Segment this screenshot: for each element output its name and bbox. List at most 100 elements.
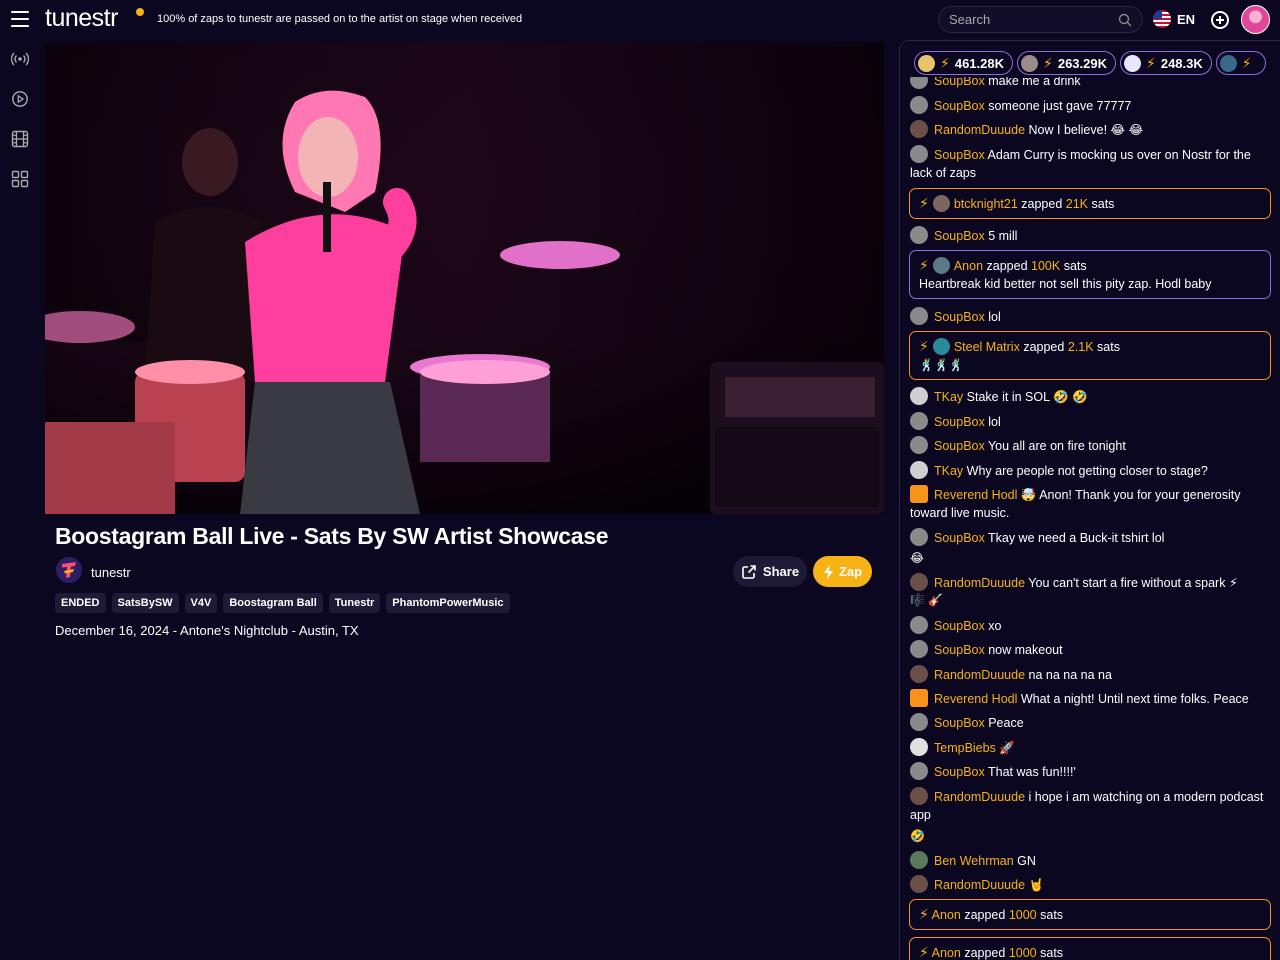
avatar[interactable] bbox=[910, 573, 928, 591]
chat-text: That was fun!!!!' bbox=[987, 765, 1076, 779]
chat-username[interactable]: Anon bbox=[954, 259, 983, 273]
chat-message: SoupBox That was fun!!!!' bbox=[910, 762, 1270, 781]
top-zapper[interactable]: ⚡ 461.28K bbox=[914, 51, 1013, 75]
avatar[interactable] bbox=[910, 96, 928, 114]
tag[interactable]: PhantomPowerMusic bbox=[386, 593, 510, 613]
add-stream-icon[interactable] bbox=[1211, 11, 1229, 29]
chat-username[interactable]: SoupBox bbox=[934, 99, 985, 113]
grid-icon[interactable] bbox=[11, 170, 29, 188]
search-bar[interactable] bbox=[938, 6, 1143, 33]
chat-username[interactable]: SoupBox bbox=[934, 439, 985, 453]
chat-username[interactable]: SoupBox bbox=[934, 765, 985, 779]
profile-avatar[interactable] bbox=[1241, 5, 1270, 34]
chat-username[interactable]: btcknight21 bbox=[954, 197, 1018, 211]
language-selector[interactable]: EN bbox=[1153, 10, 1195, 28]
chat-username[interactable]: Reverend Hodl bbox=[934, 488, 1017, 502]
chat-text: GN bbox=[1017, 854, 1036, 868]
avatar[interactable] bbox=[910, 145, 928, 163]
app-logo[interactable]: tunestr bbox=[45, 4, 118, 33]
avatar[interactable] bbox=[910, 436, 928, 454]
chat-username[interactable]: TempBiebs bbox=[934, 741, 996, 755]
avatar[interactable] bbox=[910, 713, 928, 731]
avatar[interactable] bbox=[910, 640, 928, 658]
avatar[interactable] bbox=[910, 226, 928, 244]
avatar[interactable] bbox=[910, 762, 928, 780]
avatar[interactable] bbox=[910, 412, 928, 430]
avatar[interactable] bbox=[910, 461, 928, 479]
zapper-amount: 263.29K bbox=[1057, 55, 1107, 71]
avatar[interactable] bbox=[910, 616, 928, 634]
chat-username[interactable]: SoupBox bbox=[934, 310, 985, 324]
video-player[interactable] bbox=[45, 42, 884, 514]
live-icon[interactable] bbox=[11, 50, 29, 68]
hamburger-menu-icon[interactable] bbox=[11, 11, 29, 27]
search-input[interactable] bbox=[949, 12, 1109, 27]
chat-username[interactable]: RandomDuuude bbox=[934, 790, 1025, 804]
chat-username[interactable]: SoupBox bbox=[934, 619, 985, 633]
tag[interactable]: V4V bbox=[184, 593, 218, 613]
avatar[interactable] bbox=[932, 195, 950, 212]
chat-username[interactable]: SoupBox bbox=[934, 643, 985, 657]
zap-unit: sats bbox=[1091, 197, 1115, 211]
avatar[interactable] bbox=[910, 528, 928, 546]
lightning-icon: ⚡ bbox=[1241, 54, 1252, 71]
chat-username[interactable]: Ben Wehrman bbox=[934, 854, 1014, 868]
chat-text: someone just gave 77777 bbox=[988, 99, 1132, 113]
avatar[interactable] bbox=[910, 875, 928, 893]
zap-button[interactable]: Zap bbox=[813, 556, 872, 587]
avatar[interactable] bbox=[910, 738, 928, 756]
tag[interactable]: Boostagram Ball bbox=[223, 593, 323, 613]
chat-message: SoupBox Adam Curry is mocking us over on… bbox=[910, 145, 1270, 182]
search-icon[interactable] bbox=[1118, 13, 1132, 27]
chat-message: SoupBox xo bbox=[910, 616, 1270, 635]
chat-username[interactable]: TKay bbox=[934, 390, 963, 404]
chat-username[interactable]: RandomDuuude bbox=[934, 123, 1025, 137]
chat-username[interactable]: SoupBox bbox=[934, 716, 985, 730]
avatar[interactable] bbox=[910, 689, 928, 707]
top-zapper[interactable]: ⚡ bbox=[1215, 51, 1266, 75]
avatar[interactable] bbox=[932, 257, 950, 274]
avatar[interactable] bbox=[932, 338, 950, 355]
chat-username[interactable]: SoupBox bbox=[934, 531, 985, 545]
top-bar: tunestr 100% of zaps to tunestr are pass… bbox=[0, 0, 1280, 40]
chat-username[interactable]: Reverend Hodl bbox=[934, 692, 1017, 706]
chat-message: TempBiebs 🚀 bbox=[910, 738, 1270, 757]
zap-event: ⚡ Steel Matrix zapped 2.1K sats 🕺🕺🕺 bbox=[909, 331, 1271, 380]
zap-action: zapped bbox=[986, 259, 1028, 273]
play-icon[interactable] bbox=[11, 90, 29, 108]
avatar[interactable] bbox=[910, 665, 928, 683]
chat-username[interactable]: Anon bbox=[932, 908, 961, 922]
lightning-icon: ⚡ bbox=[1043, 54, 1053, 71]
avatar bbox=[918, 54, 935, 72]
avatar[interactable] bbox=[910, 307, 928, 325]
chat-username[interactable]: Anon bbox=[932, 946, 961, 960]
chat-text: Why are people not getting closer to sta… bbox=[966, 464, 1208, 478]
lightning-icon: ⚡ bbox=[1146, 54, 1156, 71]
lightning-icon: ⚡ bbox=[919, 906, 929, 922]
channel-name[interactable]: tunestr bbox=[91, 565, 131, 580]
zapper-amount: 248.3K bbox=[1160, 55, 1203, 71]
chat-username[interactable]: RandomDuuude bbox=[934, 576, 1025, 590]
avatar[interactable] bbox=[910, 485, 928, 503]
lightning-icon bbox=[823, 564, 833, 579]
channel-avatar[interactable] bbox=[56, 557, 82, 583]
chat-username[interactable]: Steel Matrix bbox=[954, 340, 1020, 354]
chat-username[interactable]: SoupBox bbox=[934, 415, 985, 429]
chat-username[interactable]: RandomDuuude bbox=[934, 668, 1025, 682]
top-zapper[interactable]: ⚡ 263.29K bbox=[1017, 51, 1116, 75]
chat-username[interactable]: SoupBox bbox=[934, 229, 985, 243]
avatar[interactable] bbox=[910, 787, 928, 805]
chat-username[interactable]: TKay bbox=[934, 464, 963, 478]
chat-text: Peace bbox=[988, 716, 1024, 730]
chat-username[interactable]: SoupBox bbox=[934, 148, 985, 162]
tag[interactable]: SatsBySW bbox=[111, 593, 179, 613]
chat-username[interactable]: RandomDuuude bbox=[934, 878, 1025, 892]
share-button[interactable]: Share bbox=[733, 556, 807, 587]
top-zapper[interactable]: ⚡ 248.3K bbox=[1120, 51, 1212, 75]
tag[interactable]: Tunestr bbox=[328, 593, 381, 613]
avatar[interactable] bbox=[910, 387, 928, 405]
avatar[interactable] bbox=[910, 120, 928, 138]
avatar[interactable] bbox=[910, 851, 928, 869]
lightning-icon: ⚡ bbox=[919, 195, 929, 211]
film-icon[interactable] bbox=[11, 130, 29, 148]
